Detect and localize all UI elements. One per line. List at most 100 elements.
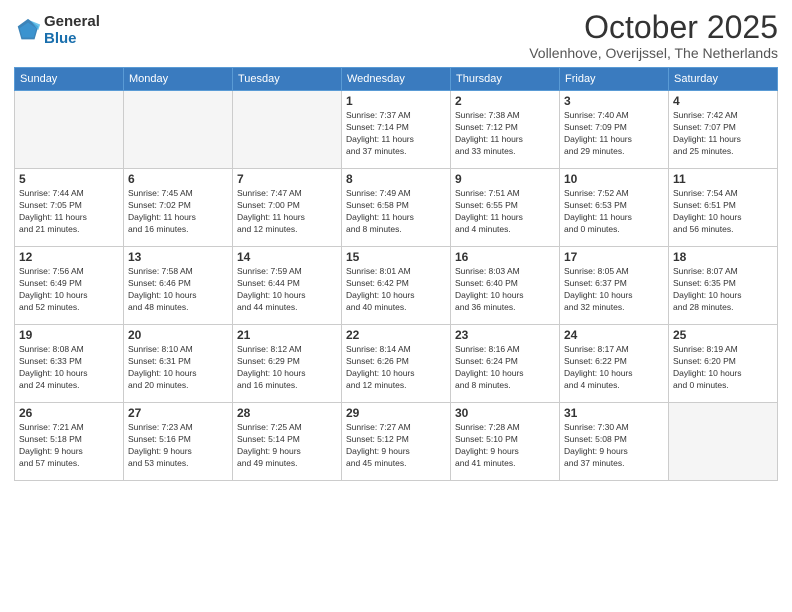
calendar-cell <box>669 403 778 481</box>
calendar-cell: 31 Sunrise: 7:30 AM Sunset: 5:08 PM Dayli… <box>560 403 669 481</box>
day-info: Sunrise: 8:10 AM Sunset: 6:31 PM Dayligh… <box>128 344 228 392</box>
calendar-cell: 1Sunrise: 7:37 AM Sunset: 7:14 PM Daylig… <box>342 91 451 169</box>
day-info: Sunrise: 7:25 AM Sunset: 5:14 PM Dayligh… <box>237 422 337 470</box>
calendar-cell: 24Sunrise: 8:17 AM Sunset: 6:22 PM Dayli… <box>560 325 669 403</box>
day-number: 5 <box>19 172 119 186</box>
calendar-cell: 8 Sunrise: 7:49 AM Sunset: 6:58 PM Daylig… <box>342 169 451 247</box>
day-info: Sunrise: 8:03 AM Sunset: 6:40 PM Dayligh… <box>455 266 555 314</box>
calendar-cell: 18 Sunrise: 8:07 AM Sunset: 6:35 PM Dayli… <box>669 247 778 325</box>
day-number: 11 <box>673 172 773 186</box>
calendar-cell: 23Sunrise: 8:16 AM Sunset: 6:24 PM Dayli… <box>451 325 560 403</box>
calendar-cell: 22 Sunrise: 8:14 AM Sunset: 6:26 PM Dayli… <box>342 325 451 403</box>
calendar-cell: 7 Sunrise: 7:47 AM Sunset: 7:00 PM Daylig… <box>233 169 342 247</box>
day-info: Sunrise: 7:38 AM Sunset: 7:12 PM Dayligh… <box>455 110 555 158</box>
day-info: Sunrise: 7:23 AM Sunset: 5:16 PM Dayligh… <box>128 422 228 470</box>
calendar-cell <box>233 91 342 169</box>
calendar-week-row: 26 Sunrise: 7:21 AM Sunset: 5:18 PM Dayli… <box>15 403 778 481</box>
day-info: Sunrise: 8:05 AM Sunset: 6:37 PM Dayligh… <box>564 266 664 314</box>
day-info: Sunrise: 7:49 AM Sunset: 6:58 PM Dayligh… <box>346 188 446 236</box>
calendar-week-row: 5 Sunrise: 7:44 AM Sunset: 7:05 PM Daylig… <box>15 169 778 247</box>
day-number: 4 <box>673 94 773 108</box>
day-number: 20 <box>128 328 228 342</box>
calendar-cell: 3 Sunrise: 7:40 AM Sunset: 7:09 PM Daylig… <box>560 91 669 169</box>
calendar-cell: 29 Sunrise: 7:27 AM Sunset: 5:12 PM Dayli… <box>342 403 451 481</box>
weekday-header: Sunday <box>15 68 124 91</box>
day-number: 26 <box>19 406 119 420</box>
day-info: Sunrise: 7:45 AM Sunset: 7:02 PM Dayligh… <box>128 188 228 236</box>
location: Vollenhove, Overijssel, The Netherlands <box>529 45 778 61</box>
calendar-cell: 12Sunrise: 7:56 AM Sunset: 6:49 PM Dayli… <box>15 247 124 325</box>
day-info: Sunrise: 8:12 AM Sunset: 6:29 PM Dayligh… <box>237 344 337 392</box>
weekday-header: Monday <box>124 68 233 91</box>
calendar-table: SundayMondayTuesdayWednesdayThursdayFrid… <box>14 67 778 481</box>
day-info: Sunrise: 7:54 AM Sunset: 6:51 PM Dayligh… <box>673 188 773 236</box>
day-number: 3 <box>564 94 664 108</box>
calendar-cell: 27Sunrise: 7:23 AM Sunset: 5:16 PM Dayli… <box>124 403 233 481</box>
day-info: Sunrise: 7:28 AM Sunset: 5:10 PM Dayligh… <box>455 422 555 470</box>
logo: General Blue <box>14 14 100 47</box>
day-number: 7 <box>237 172 337 186</box>
calendar-cell: 30Sunrise: 7:28 AM Sunset: 5:10 PM Dayli… <box>451 403 560 481</box>
calendar-week-row: 1Sunrise: 7:37 AM Sunset: 7:14 PM Daylig… <box>15 91 778 169</box>
day-number: 21 <box>237 328 337 342</box>
day-number: 1 <box>346 94 446 108</box>
calendar-cell: 10Sunrise: 7:52 AM Sunset: 6:53 PM Dayli… <box>560 169 669 247</box>
month-title: October 2025 <box>529 10 778 45</box>
calendar-cell: 19 Sunrise: 8:08 AM Sunset: 6:33 PM Dayli… <box>15 325 124 403</box>
weekday-header: Saturday <box>669 68 778 91</box>
logo-icon <box>14 17 42 45</box>
day-info: Sunrise: 8:14 AM Sunset: 6:26 PM Dayligh… <box>346 344 446 392</box>
day-info: Sunrise: 7:44 AM Sunset: 7:05 PM Dayligh… <box>19 188 119 236</box>
calendar-cell: 20 Sunrise: 8:10 AM Sunset: 6:31 PM Dayli… <box>124 325 233 403</box>
day-info: Sunrise: 8:07 AM Sunset: 6:35 PM Dayligh… <box>673 266 773 314</box>
calendar-cell: 15 Sunrise: 8:01 AM Sunset: 6:42 PM Dayli… <box>342 247 451 325</box>
calendar-cell: 14Sunrise: 7:59 AM Sunset: 6:44 PM Dayli… <box>233 247 342 325</box>
header: General Blue October 2025 Vollenhove, Ov… <box>14 10 778 61</box>
day-number: 6 <box>128 172 228 186</box>
weekday-header: Wednesday <box>342 68 451 91</box>
day-number: 17 <box>564 250 664 264</box>
calendar-cell <box>15 91 124 169</box>
day-number: 19 <box>19 328 119 342</box>
logo-general-label: General <box>44 14 100 31</box>
day-info: Sunrise: 8:01 AM Sunset: 6:42 PM Dayligh… <box>346 266 446 314</box>
day-info: Sunrise: 7:51 AM Sunset: 6:55 PM Dayligh… <box>455 188 555 236</box>
day-info: Sunrise: 7:47 AM Sunset: 7:00 PM Dayligh… <box>237 188 337 236</box>
calendar-cell <box>124 91 233 169</box>
day-info: Sunrise: 8:17 AM Sunset: 6:22 PM Dayligh… <box>564 344 664 392</box>
title-block: October 2025 Vollenhove, Overijssel, The… <box>529 10 778 61</box>
calendar-week-row: 12Sunrise: 7:56 AM Sunset: 6:49 PM Dayli… <box>15 247 778 325</box>
calendar-cell: 16 Sunrise: 8:03 AM Sunset: 6:40 PM Dayli… <box>451 247 560 325</box>
weekday-header: Friday <box>560 68 669 91</box>
day-info: Sunrise: 8:16 AM Sunset: 6:24 PM Dayligh… <box>455 344 555 392</box>
weekday-header-row: SundayMondayTuesdayWednesdayThursdayFrid… <box>15 68 778 91</box>
calendar-cell: 5 Sunrise: 7:44 AM Sunset: 7:05 PM Daylig… <box>15 169 124 247</box>
day-info: Sunrise: 7:58 AM Sunset: 6:46 PM Dayligh… <box>128 266 228 314</box>
calendar-cell: 6 Sunrise: 7:45 AM Sunset: 7:02 PM Daylig… <box>124 169 233 247</box>
calendar-cell: 28Sunrise: 7:25 AM Sunset: 5:14 PM Dayli… <box>233 403 342 481</box>
day-info: Sunrise: 7:40 AM Sunset: 7:09 PM Dayligh… <box>564 110 664 158</box>
day-info: Sunrise: 7:30 AM Sunset: 5:08 PM Dayligh… <box>564 422 664 470</box>
day-number: 31 <box>564 406 664 420</box>
logo-text: General Blue <box>44 14 100 47</box>
day-info: Sunrise: 7:21 AM Sunset: 5:18 PM Dayligh… <box>19 422 119 470</box>
calendar-cell: 11 Sunrise: 7:54 AM Sunset: 6:51 PM Dayli… <box>669 169 778 247</box>
day-number: 15 <box>346 250 446 264</box>
day-info: Sunrise: 8:08 AM Sunset: 6:33 PM Dayligh… <box>19 344 119 392</box>
calendar-cell: 4 Sunrise: 7:42 AM Sunset: 7:07 PM Daylig… <box>669 91 778 169</box>
day-info: Sunrise: 7:27 AM Sunset: 5:12 PM Dayligh… <box>346 422 446 470</box>
day-info: Sunrise: 7:42 AM Sunset: 7:07 PM Dayligh… <box>673 110 773 158</box>
day-number: 8 <box>346 172 446 186</box>
day-number: 16 <box>455 250 555 264</box>
day-number: 29 <box>346 406 446 420</box>
page-container: General Blue October 2025 Vollenhove, Ov… <box>0 0 792 489</box>
day-number: 22 <box>346 328 446 342</box>
day-number: 18 <box>673 250 773 264</box>
day-number: 14 <box>237 250 337 264</box>
day-number: 9 <box>455 172 555 186</box>
calendar-cell: 9 Sunrise: 7:51 AM Sunset: 6:55 PM Daylig… <box>451 169 560 247</box>
logo-blue-label: Blue <box>44 31 100 48</box>
weekday-header: Tuesday <box>233 68 342 91</box>
weekday-header: Thursday <box>451 68 560 91</box>
calendar-cell: 21 Sunrise: 8:12 AM Sunset: 6:29 PM Dayli… <box>233 325 342 403</box>
